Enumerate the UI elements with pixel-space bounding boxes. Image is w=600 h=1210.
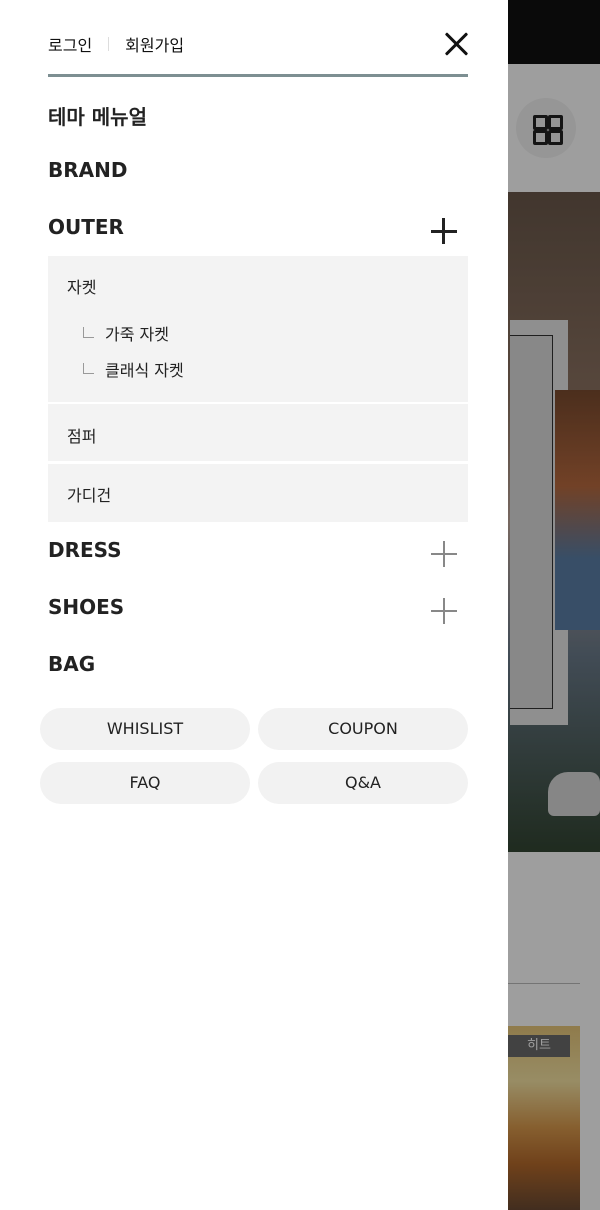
account-links: 로그인 회원가입 <box>48 28 184 60</box>
submenu-leather-jacket[interactable]: 가죽 자켓 <box>83 321 169 345</box>
submenu-classic-jacket-label: 클래식 자켓 <box>105 361 184 380</box>
collapse-outer-icon[interactable] <box>431 218 457 244</box>
menu-shoes[interactable]: SHOES <box>48 595 124 619</box>
submenu-leather-jacket-label: 가죽 자켓 <box>105 325 169 344</box>
menu-dress[interactable]: DRESS <box>48 538 122 562</box>
child-indent-icon <box>83 362 94 374</box>
wishlist-button[interactable]: WHISLIST <box>40 708 250 750</box>
top-divider <box>48 74 468 77</box>
submenu-cardigan[interactable]: 가디건 <box>67 482 111 506</box>
submenu-jumper-block: 점퍼 <box>48 404 468 461</box>
submenu-jumper[interactable]: 점퍼 <box>67 423 96 447</box>
signup-link[interactable]: 회원가입 <box>125 32 184 56</box>
menu-bag[interactable]: BAG <box>48 652 95 676</box>
menu-outer[interactable]: OUTER <box>48 215 124 239</box>
expand-shoes-icon[interactable] <box>431 598 457 624</box>
coupon-button[interactable]: COUPON <box>258 708 468 750</box>
login-link[interactable]: 로그인 <box>48 32 92 56</box>
qna-button[interactable]: Q&A <box>258 762 468 804</box>
menu-brand[interactable]: BRAND <box>48 158 127 182</box>
side-drawer: 로그인 회원가입 테마 메뉴얼 BRAND OUTER 자켓 가죽 자켓 클래식… <box>0 0 508 1210</box>
link-separator <box>108 37 110 51</box>
child-indent-icon <box>83 326 94 338</box>
close-icon[interactable] <box>444 31 470 57</box>
menu-theme[interactable]: 테마 메뉴얼 <box>48 101 147 130</box>
submenu-classic-jacket[interactable]: 클래식 자켓 <box>83 357 184 381</box>
submenu-jacket[interactable]: 자켓 <box>67 274 96 298</box>
submenu-cardigan-block: 가디건 <box>48 464 468 522</box>
submenu-jacket-block: 자켓 가죽 자켓 클래식 자켓 <box>48 256 468 402</box>
faq-button[interactable]: FAQ <box>40 762 250 804</box>
expand-dress-icon[interactable] <box>431 541 457 567</box>
